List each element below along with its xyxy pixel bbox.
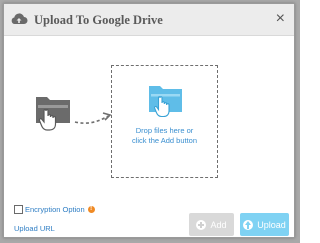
add-button-label: Add — [210, 219, 227, 230]
plus-circle-icon — [196, 219, 207, 230]
dialog-title: Upload To Google Drive — [34, 13, 163, 27]
upload-button-label: Upload — [257, 219, 286, 230]
folder-hand-icon — [149, 86, 182, 118]
upload-arrow-icon — [243, 219, 254, 230]
folder-hand-icon — [36, 97, 70, 131]
encryption-checkbox[interactable] — [14, 205, 23, 214]
dropzone-text-line2: click the Add button — [131, 136, 198, 145]
cloud-upload-icon — [11, 13, 28, 24]
encryption-option-row: Encryption Option ! — [14, 205, 95, 214]
add-button[interactable]: Add — [189, 213, 234, 236]
encryption-option-label[interactable]: Encryption Option — [25, 205, 85, 214]
upload-dialog: Upload To Google Drive × Drop files here… — [3, 3, 295, 238]
file-dropzone[interactable]: Drop files here or click the Add button — [111, 65, 218, 178]
upload-button[interactable]: Upload — [240, 213, 289, 236]
info-icon[interactable]: ! — [87, 206, 95, 213]
upload-url-link[interactable]: Upload URL — [14, 224, 55, 233]
dialog-titlebar: Upload To Google Drive × — [4, 4, 294, 36]
close-button[interactable]: × — [276, 10, 285, 28]
dropzone-instructions: Drop files here or click the Add button — [112, 126, 217, 146]
dashed-arrow-icon — [74, 112, 112, 124]
dropzone-text-line1: Drop files here or — [135, 126, 194, 135]
